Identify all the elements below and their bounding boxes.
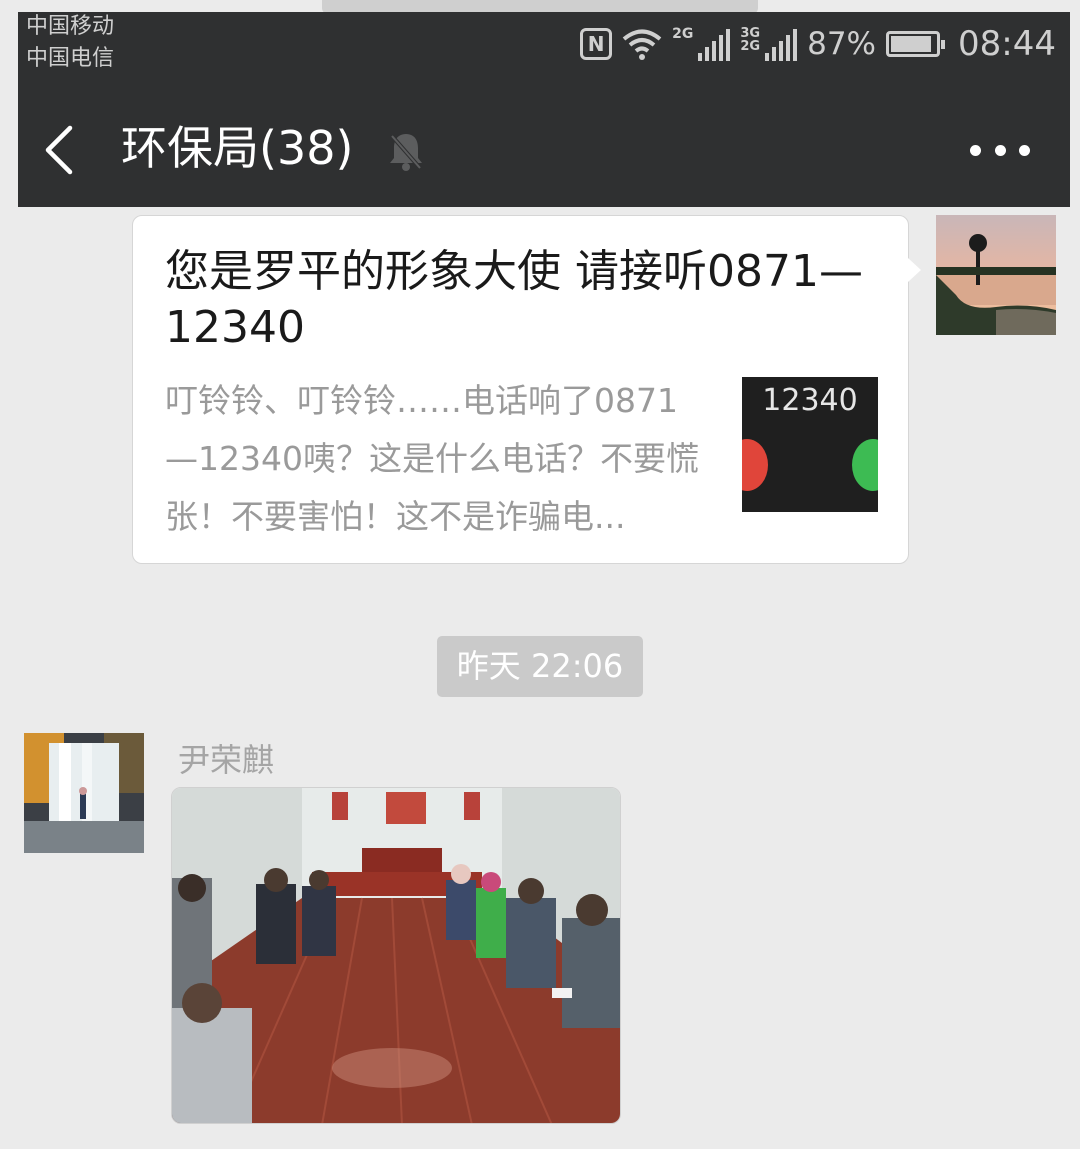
chevron-left-icon[interactable] <box>40 124 80 176</box>
timestamp: 昨天 22:06 <box>437 636 643 697</box>
link-card-message[interactable]: 您是罗平的形象大使 请接听0871—12340 叮铃铃、叮铃铃……电话响了087… <box>132 215 921 564</box>
carrier-1: 中国移动 <box>26 14 115 39</box>
title-bar: 环保局(38) <box>18 86 1070 207</box>
battery-percent: 87% <box>807 26 877 62</box>
nfc-icon: N <box>580 28 613 60</box>
sim1-type: 2G <box>672 26 694 42</box>
carrier-2: 中国电信 <box>26 46 115 71</box>
chat-title: 环保局(38) <box>121 121 354 175</box>
sim1-signal-icon: 2G <box>672 26 731 61</box>
more-dots-icon[interactable] <box>970 143 1030 157</box>
sender-name: 尹荣麒 <box>178 741 275 779</box>
decline-call-icon <box>742 439 768 491</box>
sim2-signal-icon: 3G 2G <box>740 27 798 61</box>
bell-off-icon <box>386 130 426 172</box>
avatar-self[interactable] <box>936 215 1056 335</box>
wifi-icon <box>622 28 662 60</box>
link-card-description: 叮铃铃、叮铃铃……电话响了0871—12340咦？这是什么电话？不要慌张！不要害… <box>165 381 699 536</box>
accept-call-icon <box>852 439 878 491</box>
avatar-sender[interactable] <box>24 733 144 853</box>
battery-icon <box>886 31 946 57</box>
thumbnail-number: 12340 <box>762 383 858 418</box>
sim2-type-bottom: 2G <box>740 39 761 54</box>
status-indicators: N 2G 3G 2G 87% 08:44 <box>580 24 1056 64</box>
status-time: 08:44 <box>958 24 1056 64</box>
link-card-title: 您是罗平的形象大使 请接听0871—12340 <box>165 246 863 353</box>
link-card-thumbnail: 12340 <box>742 377 878 512</box>
header: 中国移动 中国电信 N 2G 3G 2G 87% 08:44 环保局(38) <box>18 12 1070 207</box>
photo-message[interactable] <box>171 787 621 1124</box>
status-bar: 中国移动 中国电信 N 2G 3G 2G 87% 08:44 <box>18 12 1070 86</box>
